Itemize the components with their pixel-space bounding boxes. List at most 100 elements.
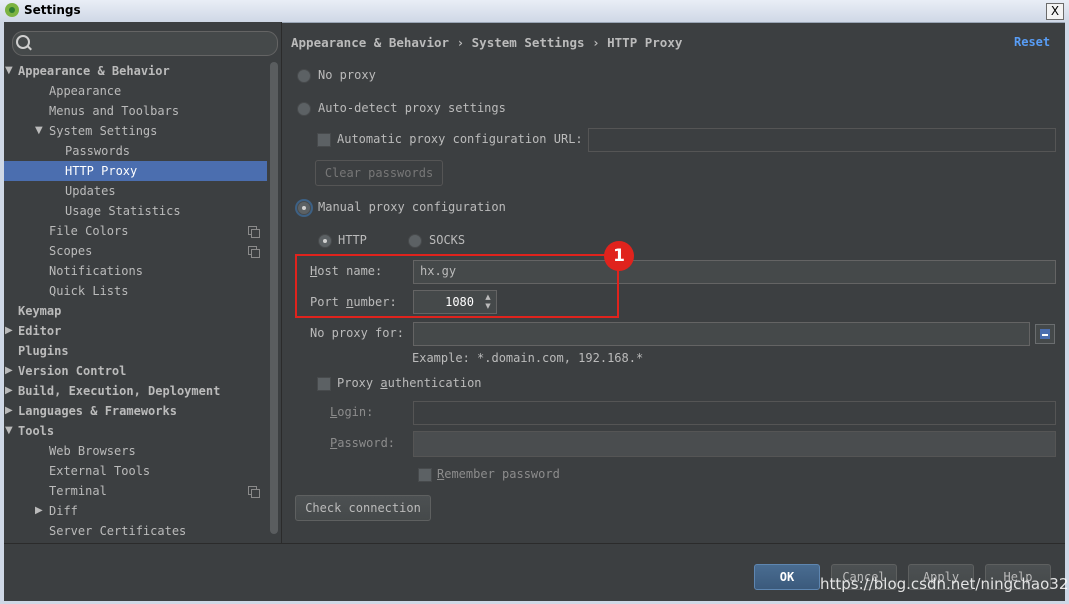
auto-config-url-checkbox[interactable] xyxy=(317,133,331,147)
sidebar-item-quick-lists[interactable]: Quick Lists xyxy=(4,281,267,301)
collapsed-arrow-icon[interactable]: ▶ xyxy=(5,361,13,381)
password-label-text: assword: xyxy=(337,436,396,450)
sidebar-item-web-browsers[interactable]: Web Browsers xyxy=(4,441,267,461)
breadcrumb-http-proxy: HTTP Proxy xyxy=(607,35,683,50)
sidebar-item-label: Scopes xyxy=(49,244,93,258)
sidebar-item-label: Passwords xyxy=(65,144,131,158)
sidebar-item-label: Usage Statistics xyxy=(65,204,181,218)
sidebar-item-label: Notifications xyxy=(49,264,143,278)
login-label: Login: xyxy=(330,405,373,419)
breadcrumb-separator: › xyxy=(456,35,465,50)
sidebar-item-label: Web Browsers xyxy=(49,444,136,458)
watermark-url: https://blog.csdn.net/ningchao328 xyxy=(820,575,1069,593)
sidebar-item-label: Tools xyxy=(18,424,55,438)
sidebar-item-usage-statistics[interactable]: Usage Statistics xyxy=(4,201,267,221)
auto-config-url-label: Automatic proxy configuration URL: xyxy=(337,132,583,146)
window-title: Settings xyxy=(24,3,81,17)
collapsed-arrow-icon[interactable]: ▶ xyxy=(5,321,13,341)
expanded-arrow-icon[interactable]: ▼ xyxy=(5,421,13,441)
auto-detect-label: Auto-detect proxy settings xyxy=(318,101,506,115)
no-proxy-example: Example: *.domain.com, 192.168.* xyxy=(412,351,644,365)
close-icon[interactable]: X xyxy=(1046,3,1064,20)
auto-config-url-input[interactable] xyxy=(588,128,1056,152)
sidebar-item-editor[interactable]: ▶ Editor xyxy=(4,321,267,341)
sidebar-item-label: Appearance & Behavior xyxy=(18,64,170,78)
reset-link[interactable]: Reset xyxy=(1014,35,1050,49)
remember-password-label: Remember password xyxy=(437,467,560,481)
expand-icon[interactable] xyxy=(1035,324,1055,344)
remember-password-checkbox[interactable] xyxy=(418,468,432,482)
annotation-highlight-box xyxy=(295,254,619,318)
sidebar-item-languages-frameworks[interactable]: ▶ Languages & Frameworks xyxy=(4,401,267,421)
clear-passwords-button[interactable]: Clear passwords xyxy=(315,160,443,186)
android-studio-icon xyxy=(5,3,19,17)
sidebar-item-label: File Colors xyxy=(49,224,129,238)
proxy-auth-label-pre: Proxy xyxy=(337,376,381,390)
sidebar-item-label: Terminal xyxy=(49,484,107,498)
sidebar-item-diff[interactable]: ▶ Diff xyxy=(4,501,267,521)
password-input[interactable] xyxy=(413,431,1056,457)
no-proxy-for-input[interactable] xyxy=(413,322,1030,346)
login-input[interactable] xyxy=(413,401,1056,425)
sidebar-item-keymap[interactable]: Keymap xyxy=(4,301,267,321)
sidebar-item-terminal[interactable]: Terminal xyxy=(4,481,267,501)
search-input[interactable] xyxy=(12,31,278,56)
http-label: HTTP xyxy=(338,233,367,247)
sidebar-item-version-control[interactable]: ▶ Version Control xyxy=(4,361,267,381)
sidebar-item-file-colors[interactable]: File Colors xyxy=(4,221,267,241)
sidebar-item-label: Plugins xyxy=(18,344,69,358)
sidebar-item-updates[interactable]: Updates xyxy=(4,181,267,201)
sidebar-item-system-settings[interactable]: ▼ System Settings xyxy=(4,121,267,141)
window-titlebar xyxy=(0,0,1069,23)
ok-button[interactable]: OK xyxy=(754,564,820,590)
proxy-auth-mnemonic: a xyxy=(380,376,388,390)
sidebar-item-scopes[interactable]: Scopes xyxy=(4,241,267,261)
check-connection-button[interactable]: Check connection xyxy=(295,495,431,521)
collapsed-arrow-icon[interactable]: ▶ xyxy=(35,501,43,521)
sidebar-item-tools[interactable]: ▼ Tools xyxy=(4,421,267,441)
project-scope-icon xyxy=(248,246,260,258)
sidebar-item-label: External Tools xyxy=(49,464,151,478)
expanded-arrow-icon[interactable]: ▼ xyxy=(35,121,43,141)
project-scope-icon xyxy=(248,486,260,498)
sidebar-item-notifications[interactable]: Notifications xyxy=(4,261,267,281)
window-frame-right xyxy=(1065,22,1069,604)
collapsed-arrow-icon[interactable]: ▶ xyxy=(5,401,13,421)
proxy-auth-label-text: uthentication xyxy=(387,376,482,390)
socks-label: SOCKS xyxy=(429,233,466,247)
sidebar-item-label: Keymap xyxy=(18,304,62,318)
sidebar-item-external-tools[interactable]: External Tools xyxy=(4,461,267,481)
login-label-text: ogin: xyxy=(337,405,374,419)
sidebar-item-label: Languages & Frameworks xyxy=(18,404,177,418)
sidebar-item-label: Menus and Toolbars xyxy=(49,104,180,118)
search-icon xyxy=(16,35,30,49)
sidebar-item-http-proxy[interactable]: HTTP Proxy xyxy=(4,161,267,181)
no-proxy-label: No proxy xyxy=(318,68,376,82)
sidebar-scrollbar[interactable] xyxy=(270,62,278,534)
http-radio[interactable] xyxy=(318,234,332,248)
sidebar-item-label: Appearance xyxy=(49,84,122,98)
sidebar-item-label: Server Certificates xyxy=(49,524,187,538)
sidebar-item-build-execution-deployment[interactable]: ▶ Build, Execution, Deployment xyxy=(4,381,267,401)
sidebar-item-passwords[interactable]: Passwords xyxy=(4,141,267,161)
project-scope-icon xyxy=(248,226,260,238)
sidebar-item-label: Diff xyxy=(49,504,78,518)
annotation-badge: 1 xyxy=(604,241,634,271)
sidebar-item-appearance[interactable]: Appearance xyxy=(4,81,267,101)
remember-password-label-text: emember password xyxy=(444,467,560,481)
breadcrumb-system-settings: System Settings xyxy=(471,35,585,50)
sidebar-item-menus-and-toolbars[interactable]: Menus and Toolbars xyxy=(4,101,267,121)
proxy-auth-checkbox[interactable] xyxy=(317,377,331,391)
socks-radio[interactable] xyxy=(408,234,422,248)
manual-proxy-radio[interactable] xyxy=(297,201,311,215)
sidebar-item-appearance-behavior[interactable]: ▼ Appearance & Behavior xyxy=(4,61,267,81)
expanded-arrow-icon[interactable]: ▼ xyxy=(5,61,13,81)
no-proxy-radio[interactable] xyxy=(297,69,311,83)
sidebar-item-server-certificates[interactable]: Server Certificates xyxy=(4,521,267,541)
breadcrumb-appearance-behavior: Appearance & Behavior xyxy=(291,35,450,50)
sidebar-item-plugins[interactable]: Plugins xyxy=(4,341,267,361)
proxy-auth-label: Proxy authentication xyxy=(337,376,482,390)
auto-detect-radio[interactable] xyxy=(297,102,311,116)
collapsed-arrow-icon[interactable]: ▶ xyxy=(5,381,13,401)
breadcrumb: Appearance & Behavior › System Settings … xyxy=(291,35,682,50)
